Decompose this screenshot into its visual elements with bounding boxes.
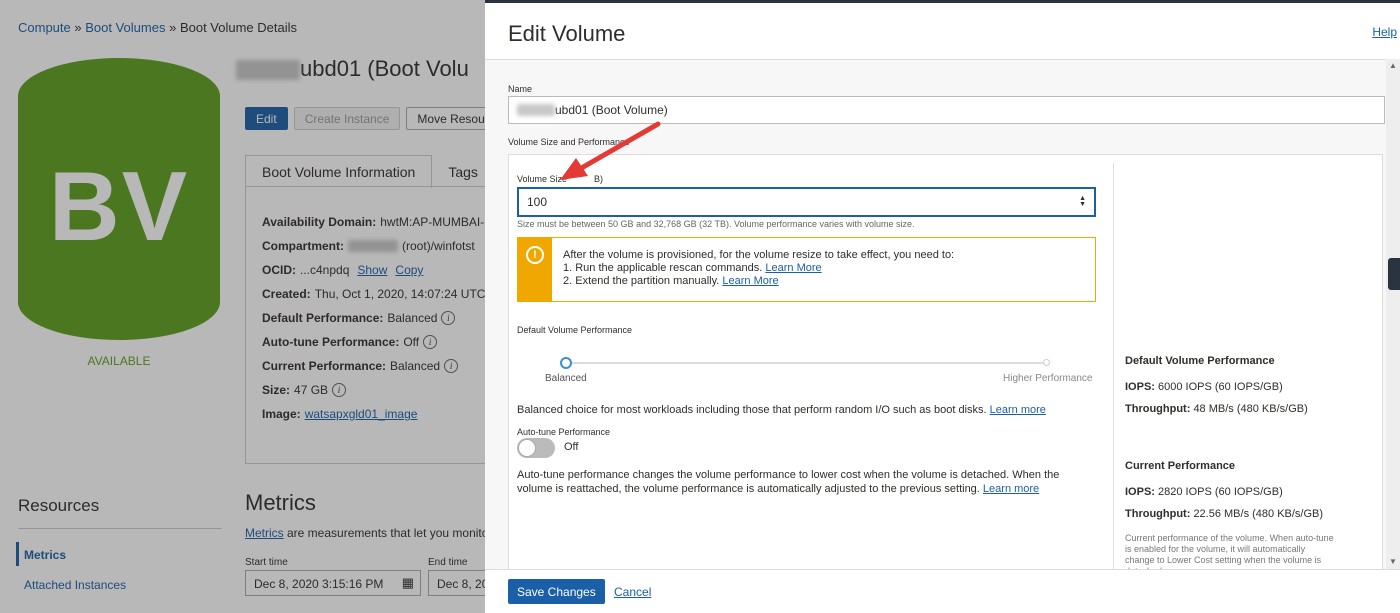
current-iops: IOPS: 2820 IOPS (60 IOPS/GB) [1125, 486, 1283, 498]
card-divider [1113, 163, 1114, 571]
rescan-learn-more-link[interactable]: Learn More [765, 262, 821, 274]
current-throughput: Throughput: 22.56 MB/s (480 KB/s/GB) [1125, 508, 1323, 520]
default-throughput: Throughput: 48 MB/s (480 KB/s/GB) [1125, 403, 1308, 415]
auto-tune-state: Off [564, 441, 579, 453]
auto-tune-toggle[interactable] [517, 438, 555, 458]
default-iops: IOPS: 6000 IOPS (60 IOPS/GB) [1125, 381, 1283, 393]
current-iops-value: 2820 IOPS (60 IOPS/GB) [1158, 486, 1283, 498]
volume-size-input[interactable]: 100 ▲ ▼ [517, 187, 1096, 217]
warning-line-3-text: 2. Extend the partition manually. [563, 275, 723, 287]
warning-line-1: After the volume is provisioned, for the… [563, 249, 955, 261]
edit-volume-panel: Edit Volume Help Name ubd01 (Boot Volume… [485, 0, 1400, 613]
current-iops-label: IOPS: [1125, 486, 1155, 498]
performance-slider-handle[interactable] [560, 357, 572, 369]
slider-max-label: Higher Performance [1003, 373, 1093, 384]
current-throughput-label: Throughput: [1125, 508, 1191, 520]
partition-learn-more-link[interactable]: Learn More [722, 275, 778, 287]
scroll-up-icon[interactable]: ▲ [1386, 59, 1400, 73]
current-throughput-value: 22.56 MB/s (480 KB/s/GB) [1193, 508, 1324, 520]
balanced-description: Balanced choice for most workloads inclu… [517, 403, 1046, 417]
warning-line-3: 2. Extend the partition manually. Learn … [563, 275, 954, 288]
warning-line-2: 1. Run the applicable rescan commands. L… [563, 262, 954, 275]
warning-bar: ! [518, 238, 552, 301]
default-iops-label: IOPS: [1125, 381, 1155, 393]
performance-slider-track[interactable] [565, 362, 1049, 364]
scroll-down-icon[interactable]: ▼ [1386, 555, 1400, 569]
name-label: Name [508, 84, 533, 94]
default-iops-value: 6000 IOPS (60 IOPS/GB) [1158, 381, 1283, 393]
auto-tune-learn-more-link[interactable]: Learn more [983, 483, 1039, 495]
performance-slider-stop[interactable] [1043, 359, 1050, 366]
auto-tune-description-line-2-text: volume is reattached, the volume perform… [517, 483, 983, 495]
help-link[interactable]: Help [1372, 25, 1397, 39]
warning-line-2-text: 1. Run the applicable rescan commands. [563, 262, 766, 274]
panel-scrollbar[interactable]: ▲ ▼ [1386, 59, 1400, 569]
resize-warning: ! After the volume is provisioned, for t… [517, 237, 1096, 302]
balanced-learn-more-link[interactable]: Learn more [990, 404, 1046, 416]
cancel-link[interactable]: Cancel [614, 585, 651, 599]
default-throughput-label: Throughput: [1125, 403, 1191, 415]
balanced-description-text: Balanced choice for most workloads inclu… [517, 404, 990, 416]
warning-text: After the volume is provisioned, for the… [563, 249, 954, 288]
auto-tune-label: Auto-tune Performance [517, 427, 611, 437]
volume-size-hint: Size must be between 50 GB and 32,768 GB… [517, 219, 915, 229]
toggle-knob [518, 439, 536, 457]
default-volume-performance-heading: Default Volume Performance [1125, 355, 1275, 367]
auto-tune-description-line-2: volume is reattached, the volume perform… [517, 482, 1097, 496]
modal-backdrop[interactable] [0, 0, 485, 613]
volume-size-value: 100 [527, 195, 548, 209]
size-performance-card: Volume Size B) 100 ▲ ▼ Size must be betwee… [508, 154, 1383, 576]
panel-footer: Save Changes Cancel [485, 569, 1400, 613]
default-performance-label: Default Volume Performance [517, 325, 633, 335]
volume-size-stepper[interactable]: ▲ ▼ [1079, 195, 1086, 208]
panel-title: Edit Volume [508, 21, 626, 46]
auto-tune-description-line-1: Auto-tune performance changes the volume… [517, 469, 1060, 481]
current-performance-heading: Current Performance [1125, 460, 1236, 472]
annotation-arrow-icon [560, 121, 661, 180]
feedback-tab[interactable] [1388, 258, 1400, 290]
auto-tune-description: Auto-tune performance changes the volume… [517, 468, 1097, 496]
default-throughput-value: 48 MB/s (480 KB/s/GB) [1193, 403, 1308, 415]
slider-min-label: Balanced [545, 373, 587, 384]
save-changes-button[interactable]: Save Changes [508, 579, 605, 604]
warning-icon: ! [526, 246, 544, 264]
